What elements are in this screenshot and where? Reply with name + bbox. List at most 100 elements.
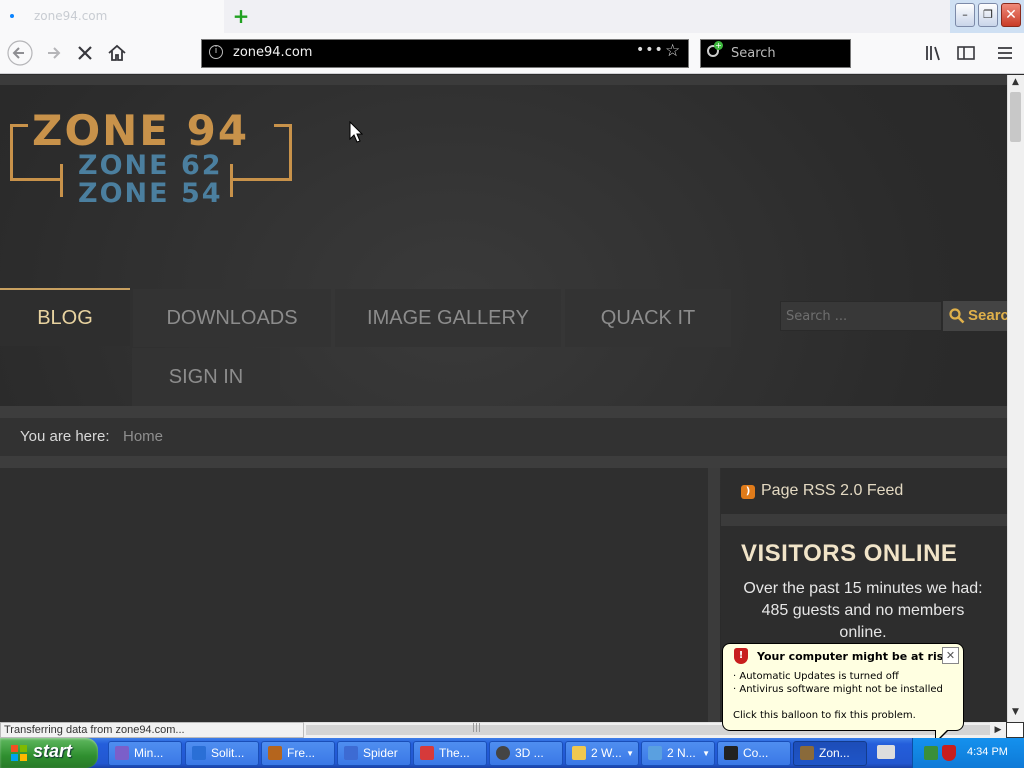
divider: [0, 456, 1007, 468]
taskbar-item[interactable]: Fre...: [261, 741, 335, 766]
divider: [721, 514, 1007, 526]
site-search-placeholder[interactable]: Search ...: [786, 309, 847, 324]
search-engine-add-icon: +: [714, 41, 723, 50]
main-content: [0, 468, 708, 728]
solitaire-icon: [192, 746, 206, 760]
network-icon[interactable]: [924, 746, 938, 760]
page-actions-icon[interactable]: •••: [636, 42, 664, 58]
site-search-button[interactable]: Search: [943, 301, 1007, 331]
site-search-button-label: Search: [968, 307, 1007, 324]
new-tab-button[interactable]: +: [230, 6, 252, 26]
tab-title: zone94.com: [34, 9, 108, 23]
pinball-icon: [496, 746, 510, 760]
logo-frame-line: [232, 178, 292, 181]
divider: [0, 406, 1007, 418]
menu-item-blog[interactable]: BLOG: [0, 288, 130, 346]
taskbar-item-label: 2 N...: [667, 746, 696, 760]
balloon-line[interactable]: · Antivirus software might not be instal…: [733, 684, 943, 695]
visitors-title: VISITORS ONLINE: [741, 540, 958, 567]
scroll-up-icon[interactable]: ▲: [1008, 75, 1023, 90]
sidebar-icon[interactable]: [953, 40, 979, 66]
taskbar-item-label: Fre...: [287, 746, 316, 760]
forward-icon[interactable]: [41, 40, 67, 66]
chevron-down-icon: ▼: [626, 749, 634, 758]
taskbar-item-active[interactable]: Zon...: [793, 741, 867, 766]
balloon-close-icon[interactable]: ✕: [942, 647, 959, 664]
mouse-cursor-icon: [349, 121, 363, 143]
taskbar-item-label: Co...: [743, 746, 769, 760]
clock[interactable]: 4:34 PM: [967, 746, 1008, 758]
menu-item-downloads[interactable]: DOWNLOADS: [133, 289, 331, 347]
taskbar-item-label: 2 W...: [591, 746, 622, 760]
logo-frame-line: [60, 164, 63, 197]
scroll-right-icon[interactable]: ▶: [990, 722, 1006, 738]
breadcrumb-home-link[interactable]: Home: [123, 428, 163, 445]
logo-frame-line: [10, 124, 13, 180]
taskbar-item[interactable]: The...: [413, 741, 487, 766]
taskbar-item-label: Spider: [363, 746, 398, 760]
logo-sub-text-2: ZONE 54: [78, 178, 223, 209]
taskbar-item[interactable]: Spider: [337, 741, 411, 766]
taskbar-item-label: Zon...: [819, 746, 850, 760]
firefox-icon: [800, 746, 814, 760]
vertical-scroll-thumb[interactable]: [1010, 92, 1021, 142]
hamburger-menu-icon[interactable]: [992, 40, 1018, 66]
freecell-icon: [268, 746, 282, 760]
back-icon[interactable]: [7, 40, 33, 66]
rss-feed-link[interactable]: Page RSS 2.0 Feed: [761, 482, 903, 500]
site-logo[interactable]: ZONE 94 ZONE 62 ZONE 54: [10, 106, 292, 210]
keyboard-icon[interactable]: [877, 745, 895, 759]
taskbar-item[interactable]: Co...: [717, 741, 791, 766]
taskbar-item-label: Min...: [134, 746, 164, 760]
security-shield-icon: !: [734, 648, 748, 664]
balloon-fix-link[interactable]: Click this balloon to fix this problem.: [733, 710, 916, 721]
breadcrumb-label: You are here:: [20, 428, 110, 445]
spider-icon: [344, 746, 358, 760]
stop-loading-icon[interactable]: [72, 40, 98, 66]
url-text[interactable]: zone94.com: [233, 45, 312, 60]
taskbar-item-label: Solit...: [211, 746, 245, 760]
folder-icon: [572, 746, 586, 760]
menu-item-quack-it[interactable]: QUACK IT: [565, 289, 731, 347]
taskbar-item[interactable]: Solit...: [185, 741, 259, 766]
balloon-line[interactable]: · Automatic Updates is turned off: [733, 671, 899, 682]
browser-search-placeholder[interactable]: Search: [731, 46, 776, 61]
site-info-icon[interactable]: i: [209, 45, 223, 59]
minesweeper-icon: [115, 746, 129, 760]
close-window-button[interactable]: ✕: [1001, 3, 1021, 27]
security-center-icon[interactable]: [942, 745, 956, 761]
scroll-grip-icon: |||: [472, 723, 482, 733]
taskbar-item[interactable]: 3D ...: [489, 741, 563, 766]
home-icon[interactable]: [104, 40, 130, 66]
menu-item-image-gallery[interactable]: IMAGE GALLERY: [335, 289, 561, 347]
hearts-icon: [420, 746, 434, 760]
column-separator: [708, 468, 720, 728]
minimize-button[interactable]: –: [955, 3, 975, 27]
taskbar-item[interactable]: Min...: [108, 741, 182, 766]
balloon-title[interactable]: Your computer might be at risk: [757, 650, 951, 663]
windows-logo-icon: [11, 745, 27, 761]
taskbar-group[interactable]: 2 N... ▼: [641, 741, 715, 766]
tab-strip-empty: [224, 0, 950, 33]
notepad-icon: [648, 746, 662, 760]
logo-main-text: ZONE 94: [32, 106, 250, 155]
restore-button[interactable]: ❐: [978, 3, 998, 27]
logo-frame-line: [10, 178, 60, 181]
library-icon[interactable]: [921, 40, 947, 66]
chevron-down-icon: ▼: [702, 749, 710, 758]
menu-item-sign-in[interactable]: SIGN IN: [132, 348, 280, 406]
vertical-scrollbar[interactable]: [1007, 75, 1024, 722]
visitors-text: Over the past 15 minutes we had: 485 gue…: [743, 580, 983, 641]
status-text: Transferring data from zone94.com...: [4, 724, 185, 736]
rss-icon[interactable]: ): [741, 485, 755, 499]
taskbar-group[interactable]: 2 W... ▼: [565, 741, 639, 766]
taskbar-item-label: The...: [439, 746, 470, 760]
start-label[interactable]: start: [33, 741, 72, 762]
magnifier-icon: [949, 308, 965, 324]
logo-sub-text-1: ZONE 62: [78, 150, 223, 181]
resize-corner: [1006, 722, 1024, 738]
scroll-down-icon[interactable]: ▼: [1008, 705, 1023, 720]
tab-loading-indicator: [10, 14, 14, 18]
command-prompt-icon: [724, 746, 738, 760]
bookmark-star-icon[interactable]: ☆: [665, 41, 680, 61]
